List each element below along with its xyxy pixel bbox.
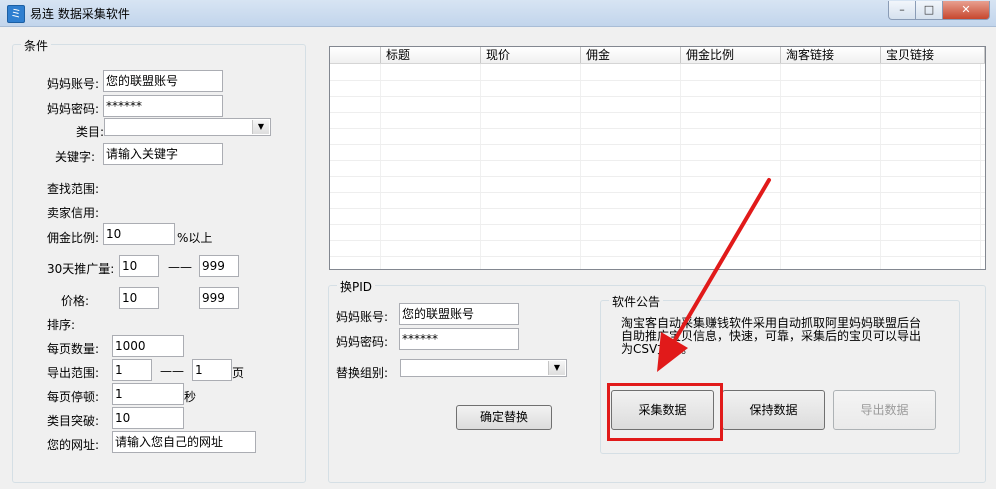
app-window: ミ 易连 数据采集软件 – □ ✕ 条件 妈妈账号: 您的联盟账号 妈妈密码: …	[0, 0, 996, 489]
grid-divider	[330, 80, 985, 81]
price-label: 价格:	[61, 294, 90, 308]
grid-divider	[330, 224, 985, 225]
grid-divider	[580, 64, 581, 269]
app-logo-icon: ミ	[7, 5, 25, 23]
password-input[interactable]: ******	[103, 95, 223, 117]
commission-label: 佣金比例:	[47, 231, 100, 245]
second-unit-label: 秒	[184, 390, 197, 404]
export-range-separator: ——	[160, 364, 184, 378]
window-title: 易连 数据采集软件	[30, 7, 130, 21]
category-select[interactable]: ▼	[104, 118, 271, 136]
column-header-taoke-link[interactable]: 淘客链接	[780, 47, 880, 63]
confirm-replace-button[interactable]: 确定替换	[456, 405, 552, 430]
grid-divider	[330, 176, 985, 177]
category-break-label: 类目突破:	[47, 414, 100, 428]
minimize-button[interactable]: –	[888, 1, 916, 20]
column-header-commission[interactable]: 佣金	[580, 47, 680, 63]
per-page-input[interactable]: 1000	[112, 335, 184, 357]
column-header-commission-rate[interactable]: 佣金比例	[680, 47, 780, 63]
pid-account-label: 妈妈账号:	[336, 310, 389, 324]
pid-password-input[interactable]: ******	[399, 328, 519, 350]
account-label: 妈妈账号:	[47, 77, 100, 91]
results-table[interactable]: 标题 现价 佣金 佣金比例 淘客链接 宝贝链接	[329, 46, 986, 270]
category-label: 类目:	[76, 125, 105, 139]
website-label: 您的网址:	[47, 438, 100, 452]
search-range-label: 查找范围:	[47, 182, 100, 196]
grid-divider	[680, 64, 681, 269]
maximize-button[interactable]: □	[915, 1, 943, 20]
grid-divider	[330, 208, 985, 209]
grid-divider	[980, 64, 981, 269]
category-break-input[interactable]: 10	[112, 407, 184, 429]
column-header-price[interactable]: 现价	[480, 47, 580, 63]
column-header-item-link[interactable]: 宝贝链接	[880, 47, 985, 63]
announcement-line: 为CSV文件。	[621, 342, 694, 356]
column-header-title[interactable]: 标题	[380, 47, 480, 63]
save-data-button[interactable]: 保持数据	[722, 390, 825, 430]
export-from-input[interactable]: 1	[112, 359, 152, 381]
keyword-input[interactable]: 请输入关键字	[103, 143, 223, 165]
chevron-down-icon[interactable]: ▼	[252, 120, 269, 134]
sort-label: 排序:	[47, 318, 76, 332]
grid-divider	[330, 112, 985, 113]
promo30-min-input[interactable]: 10	[119, 255, 159, 277]
promo30-max-input[interactable]: 999	[199, 255, 239, 277]
grid-divider	[330, 96, 985, 97]
table-header: 标题 现价 佣金 佣金比例 淘客链接 宝贝链接	[330, 47, 985, 64]
announcement-text: 淘宝客自动采集赚钱软件采用自动抓取阿里妈妈联盟后台 自助推广宝贝信息，快速，可靠…	[621, 317, 931, 356]
export-to-input[interactable]: 1	[192, 359, 232, 381]
pause-input[interactable]: 1	[112, 383, 184, 405]
pid-password-label: 妈妈密码:	[336, 335, 389, 349]
seller-credit-label: 卖家信用:	[47, 206, 100, 220]
replace-group-label: 替换组别:	[336, 366, 389, 380]
grid-divider	[330, 256, 985, 257]
grid-divider	[480, 64, 481, 269]
highlight-box	[607, 383, 723, 441]
account-input[interactable]: 您的联盟账号	[103, 70, 223, 92]
grid-divider	[330, 128, 985, 129]
keyword-label: 关键字:	[55, 150, 96, 164]
replace-group-select[interactable]: ▼	[400, 359, 567, 377]
grid-divider	[330, 144, 985, 145]
chevron-down-icon[interactable]: ▼	[548, 361, 565, 375]
grid-divider	[880, 64, 881, 269]
commission-input[interactable]: 10	[103, 223, 175, 245]
grid-divider	[330, 160, 985, 161]
export-range-label: 导出范围:	[47, 366, 100, 380]
pid-account-input[interactable]: 您的联盟账号	[399, 303, 519, 325]
close-button[interactable]: ✕	[942, 1, 990, 20]
per-page-label: 每页数量:	[47, 342, 100, 356]
password-label: 妈妈密码:	[47, 102, 100, 116]
grid-divider	[330, 240, 985, 241]
announcement-legend: 软件公告	[609, 293, 664, 310]
title-bar: ミ 易连 数据采集软件 – □ ✕	[0, 0, 996, 27]
grid-divider	[330, 192, 985, 193]
pause-label: 每页停顿:	[47, 390, 100, 404]
grid-divider	[780, 64, 781, 269]
pid-legend: 换PID	[337, 278, 376, 295]
promo30-range-separator: ——	[168, 260, 192, 274]
export-data-button[interactable]: 导出数据	[833, 390, 936, 430]
conditions-legend: 条件	[21, 37, 52, 54]
page-unit-label: 页	[232, 366, 245, 380]
promo30-label: 30天推广量:	[47, 262, 115, 276]
price-max-input[interactable]: 999	[199, 287, 239, 309]
grid-divider	[380, 64, 381, 269]
price-min-input[interactable]: 10	[119, 287, 159, 309]
website-input[interactable]: 请输入您自己的网址	[112, 431, 256, 453]
commission-suffix: %以上	[177, 231, 213, 245]
